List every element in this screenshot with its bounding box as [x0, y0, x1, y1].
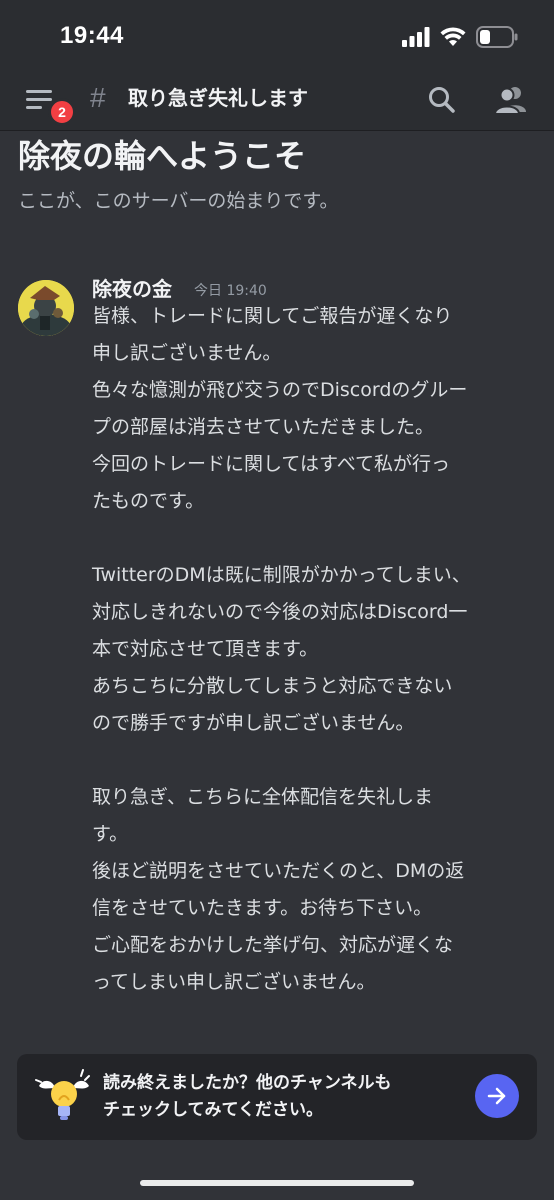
wifi-icon: [440, 27, 466, 46]
message-line: 色々な憶測が飛び交うのでDiscordのグルー: [92, 379, 468, 401]
message-line: す。: [92, 823, 129, 845]
status-time: 19:44: [60, 22, 124, 49]
message-line: TwitterのDMは既に制限がかかってしまい、: [92, 564, 471, 586]
winged-lightbulb-icon: [35, 1069, 90, 1120]
home-indicator[interactable]: [140, 1180, 414, 1186]
members-icon: [493, 87, 526, 115]
search-icon: [429, 87, 455, 113]
message-line: 対応しきれないので今後の対応はDiscord一: [92, 601, 468, 623]
avatar-image: [18, 280, 74, 336]
avatar[interactable]: [18, 280, 74, 336]
welcome-subtitle: ここが、このサーバーの始まりです。: [18, 190, 339, 212]
message-content: 皆様、トレードに関してご報告が遅くなり 申し訳ございません。 色々な憶測が飛び交…: [92, 298, 532, 1001]
prompt-line-1: 読み終えましたか？他のチャンネルも: [103, 1073, 392, 1093]
message-line: あちこちに分散してしまうと対応できない: [92, 675, 453, 697]
discord-app: 19:44 2 # 取り急ぎ失礼します 除夜の輪へようこそ ここが、このサーバー…: [0, 0, 554, 1200]
status-bar: 19:44: [0, 0, 554, 70]
message-line: 今回のトレードに関してはすべて私が行っ: [92, 453, 450, 475]
search-button[interactable]: [426, 84, 458, 116]
cellular-signal-icon: [402, 27, 430, 47]
members-button[interactable]: [493, 84, 528, 116]
message-line: たものです。: [92, 490, 205, 512]
status-icons: [402, 24, 518, 50]
message-line: 信をさせていたきます。お待ち下さい。: [92, 897, 433, 919]
message-line: 本で対応させて頂きます。: [92, 638, 319, 660]
message-line: 取り急ぎ、こちらに全体配信を失礼しま: [92, 786, 434, 808]
message-line: ご心配をおかけした挙げ句、対応が遅くな: [92, 934, 454, 956]
message-line: プの部屋は消去させていただきました。: [92, 416, 435, 438]
unread-badge: 2: [48, 98, 76, 126]
channel-header: 2 # 取り急ぎ失礼します: [0, 70, 554, 131]
message-line: 後ほど説明をさせていただくのと、DMの返: [92, 860, 465, 882]
channel-hash-icon: #: [90, 82, 106, 113]
channel-name[interactable]: 取り急ぎ失礼します: [128, 84, 308, 112]
next-channel-button[interactable]: [475, 1074, 519, 1118]
message-line: ので勝手ですが申し訳ございません。: [92, 712, 415, 734]
message-line: 申し訳ございません。: [92, 342, 282, 364]
menu-button[interactable]: 2: [22, 82, 76, 126]
prompt-line-2: チェックしてみてください。: [103, 1100, 323, 1120]
message-line: ってしまい申し訳ございません。: [92, 971, 376, 993]
arrow-right-icon: [487, 1087, 506, 1105]
battery-icon: [476, 26, 518, 48]
welcome-title: 除夜の輪へようこそ: [18, 137, 307, 175]
read-other-channels-prompt[interactable]: 読み終えましたか？他のチャンネルも チェックしてみてください。: [17, 1054, 537, 1140]
message-line: 皆様、トレードに関してご報告が遅くなり: [92, 305, 453, 327]
prompt-text: 読み終えましたか？他のチャンネルも チェックしてみてください。: [103, 1070, 463, 1124]
